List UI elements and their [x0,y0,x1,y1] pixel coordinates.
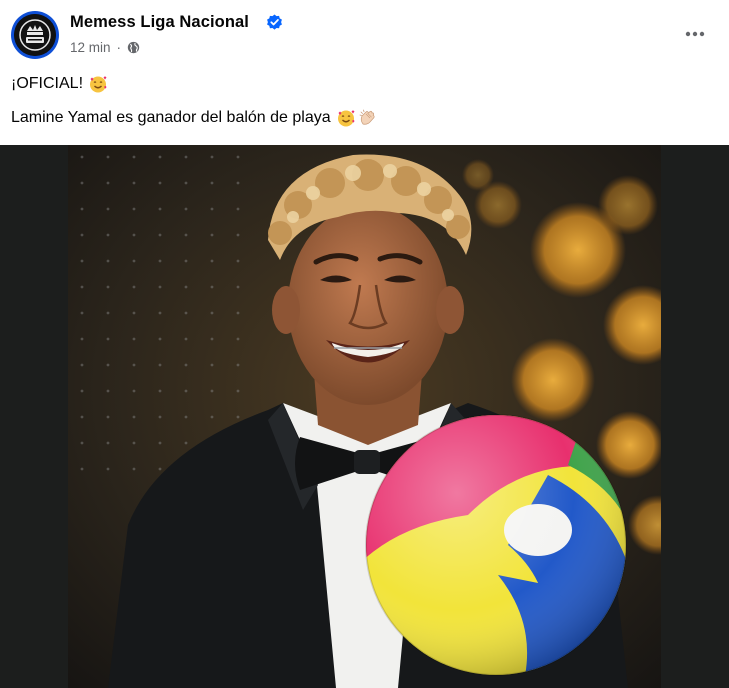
page-name-link[interactable]: Memess Liga Nacional [70,13,249,32]
post-text-line-2: Lamine Yamal es ganador del balón de pla… [11,108,378,128]
facebook-post: Memess Liga Nacional 12 min · ¡OFICIAL! … [0,0,729,688]
post-meta: 12 min · [70,40,140,55]
page-avatar[interactable] [11,11,59,59]
smiling-face-with-hearts-emoji-icon [336,108,356,128]
verified-badge-icon [266,14,283,31]
clapping-hands-emoji-icon [358,108,378,128]
post-text-line-1: ¡OFICIAL! [11,74,108,94]
post-header: Memess Liga Nacional 12 min · [0,0,729,70]
more-options-icon[interactable] [683,22,707,46]
post-text: Lamine Yamal es ganador del balón de pla… [11,109,331,126]
post-photo[interactable] [68,145,661,688]
meta-separator: · [116,40,122,55]
post-text: ¡OFICIAL! [11,75,84,92]
globe-icon[interactable] [127,41,140,54]
crown-logo-icon [14,14,56,56]
smiling-face-with-hearts-emoji-icon [88,74,108,94]
post-image-container[interactable] [0,145,729,688]
post-time-link[interactable]: 12 min [70,40,111,55]
